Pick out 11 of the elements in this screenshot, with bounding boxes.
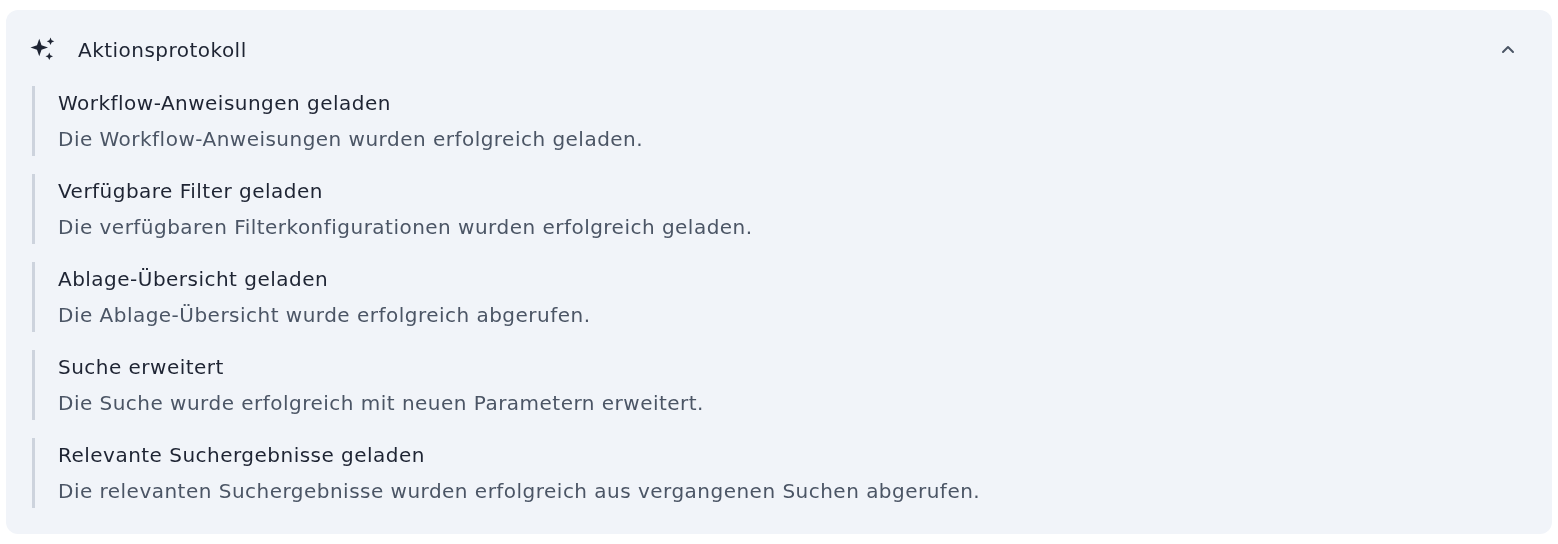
panel-title: Aktionsprotokoll [78, 37, 247, 64]
entry-title: Verfügbare Filter geladen [58, 178, 324, 205]
entry-title: Ablage-Übersicht geladen [58, 266, 330, 293]
entry-description: Die relevanten Suchergebnisse wurden erfolgreich aus vergangenen Suchen abgerufen. [58, 478, 982, 505]
entry-description: Die Ablage-Übersicht wurde erfolgreich abgerufen. [58, 302, 592, 329]
entry-description: Die Suche wurde erfolgreich mit neuen Parametern erweitert. [58, 390, 705, 417]
entry-title: Workflow-Anweisungen geladen [58, 90, 392, 117]
entry-title: Suche erweitert [58, 354, 225, 381]
entry-description: Die verfügbaren Filterkonfigurationen wurden erfolgreich geladen. [58, 214, 754, 241]
entry-title: Relevante Suchergebnisse geladen [58, 442, 426, 469]
entry-description: Die Workflow-Anweisungen wurden erfolgreich geladen. [58, 126, 645, 153]
